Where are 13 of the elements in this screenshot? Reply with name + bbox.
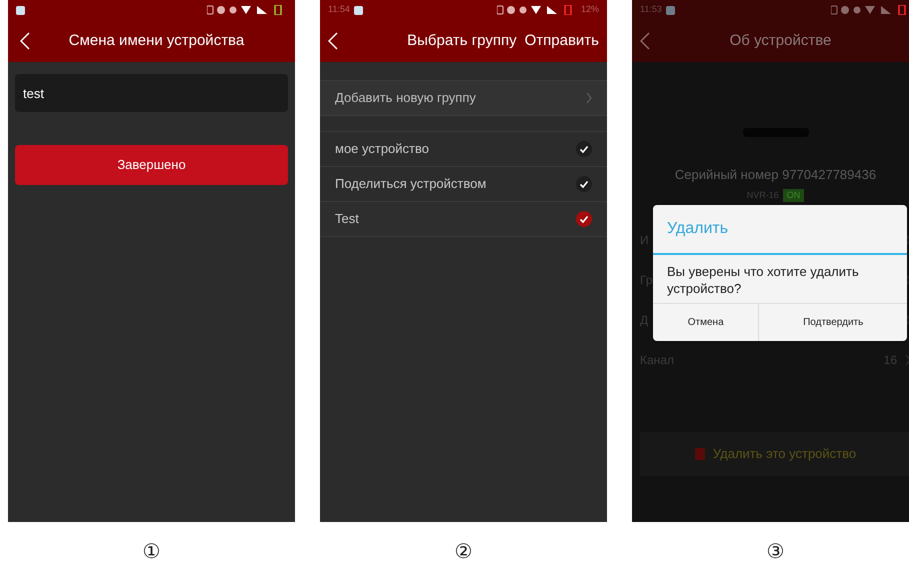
screen-title: Об устройстве <box>728 30 832 51</box>
screen-caption: ③ <box>766 538 784 565</box>
status-time: 11:54 <box>328 3 350 16</box>
screen-title: Смена имени устройства <box>68 30 246 51</box>
dialog-title: Удалить <box>653 205 907 255</box>
battery-percent: 12% <box>580 3 599 16</box>
serial-number: Серийный номер 9770427789436 <box>674 166 878 184</box>
dialog-message: Вы уверены что хотите удалить устройство? <box>666 263 860 298</box>
screen-caption: ① <box>142 538 160 565</box>
online-badge: ON <box>782 188 804 202</box>
screen-caption: ② <box>454 538 472 565</box>
screen-title: Выбрать группу <box>406 30 517 51</box>
status-time: 11:53 <box>640 3 662 16</box>
